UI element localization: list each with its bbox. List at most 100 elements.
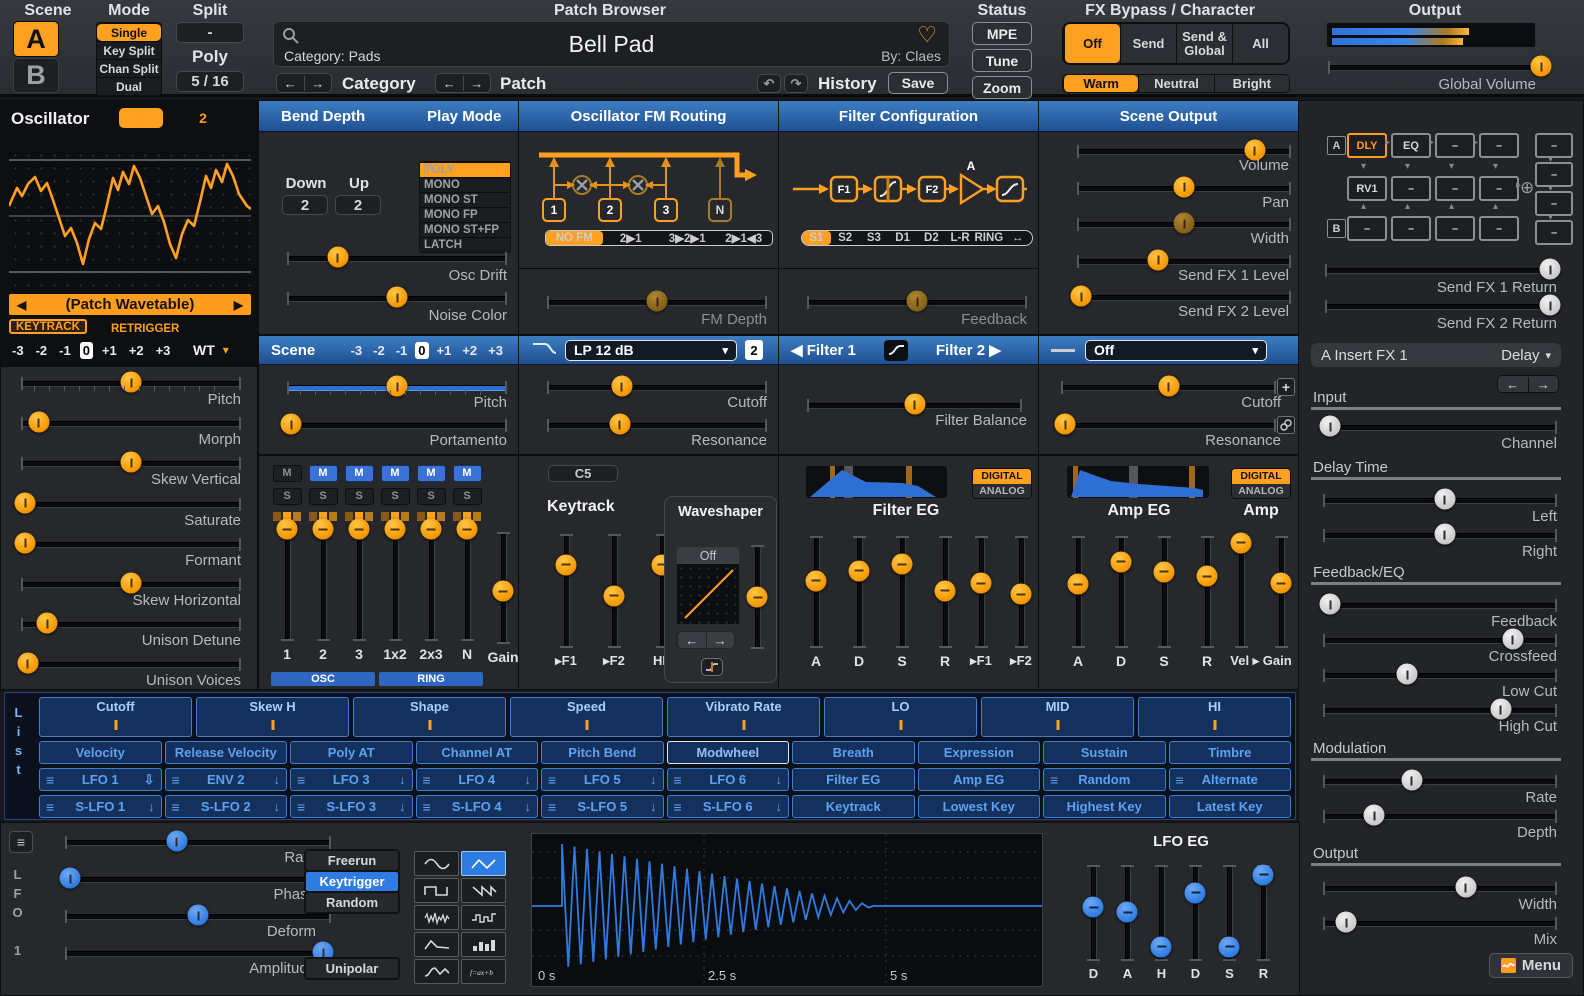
keytrack-toggle[interactable]: KEYTRACK (9, 319, 87, 334)
fx-slot[interactable]: RV1 (1347, 176, 1387, 201)
mod-target-cell[interactable]: LO (824, 697, 977, 737)
slot-menu-icon[interactable]: ≡ (297, 799, 305, 815)
osc-param-slider[interactable] (21, 412, 241, 432)
lfo-eg-slider[interactable] (1151, 865, 1172, 961)
slot-arrow-icon[interactable]: ↓ (776, 799, 783, 814)
lfo-shape-cell[interactable] (414, 851, 459, 876)
mod-target-cell[interactable]: HI (1138, 697, 1291, 737)
slot-menu-icon[interactable]: ≡ (423, 799, 431, 815)
slot-menu-icon[interactable]: ≡ (172, 799, 180, 815)
filter-balance-icon[interactable] (884, 340, 908, 361)
oscillator-tab[interactable]: 1 (119, 108, 163, 128)
waveshaper-type-dropdown[interactable]: Off (677, 547, 739, 564)
osc-octave-option[interactable]: +3 (153, 342, 174, 359)
osc-param-slider[interactable] (21, 533, 241, 553)
lfo-eg-slider[interactable] (1117, 865, 1138, 961)
mixer-gain-slider[interactable] (493, 532, 514, 644)
eg-slider[interactable] (1197, 536, 1218, 648)
fx-param-slider-highcut[interactable] (1323, 699, 1557, 719)
bend-up-value[interactable]: 2 (335, 195, 381, 215)
eg-send-slider[interactable] (1011, 536, 1032, 648)
filter2-nav-label[interactable]: Filter 2 ▶ (936, 341, 1001, 359)
redo-button[interactable]: ↷ (784, 74, 808, 93)
eg-slider[interactable] (1154, 536, 1175, 648)
lfo-trigger-freerun[interactable]: Freerun (304, 849, 400, 872)
mod-list-rail[interactable]: List (11, 705, 26, 809)
osc-octave-option[interactable]: -1 (56, 342, 74, 359)
slot-menu-icon[interactable]: ≡ (548, 799, 556, 815)
solo-button[interactable]: S (417, 488, 446, 505)
scene-octave-option[interactable]: +1 (434, 342, 455, 359)
mod-target-cell[interactable]: Vibrato Rate (667, 697, 820, 737)
mod-slot-cell[interactable]: ≡ Amp EG (918, 768, 1041, 791)
mute-button[interactable]: M (381, 465, 410, 482)
mod-slot-cell[interactable]: ≡ S-LFO 3 ↓ (290, 795, 413, 818)
scene-octave-option[interactable]: -2 (370, 342, 388, 359)
mod-slot-cell[interactable]: ≡ ENV 2 ↓ (165, 768, 288, 791)
solo-button[interactable]: S (381, 488, 410, 505)
patch-nav-buttons[interactable]: ← → (435, 73, 491, 93)
fx-param-slider-left[interactable] (1323, 489, 1557, 509)
fx-param-slider-crossfeed[interactable] (1323, 629, 1557, 649)
eg-slider[interactable] (806, 536, 827, 648)
mod-source-cell[interactable]: Expression (918, 741, 1041, 764)
filter2-type-dropdown[interactable]: Off▾ (1085, 340, 1267, 361)
wavetable-next-icon[interactable]: ▶ (226, 298, 251, 312)
fx-slot[interactable]: – (1535, 133, 1573, 158)
channel-level-slider[interactable] (421, 529, 442, 641)
keytrack-root-note[interactable]: C5 (548, 465, 618, 482)
keytrack-slider[interactable] (604, 534, 625, 648)
fx-param-slider-right[interactable] (1323, 524, 1557, 544)
mod-slot-cell[interactable]: ≡ Keytrack (792, 795, 915, 818)
fx-slot[interactable]: – (1479, 133, 1519, 158)
lfo-unipolar-toggle[interactable]: Unipolar (304, 957, 400, 980)
mod-slot-cell[interactable]: ≡ Alternate (1169, 768, 1292, 791)
scene-b-button[interactable]: B (13, 58, 59, 93)
fm-mode-option[interactable]: 2▶1◀3 (716, 231, 773, 245)
osc-param-slider[interactable] (21, 493, 241, 513)
filter2-resonance-slider[interactable] (1061, 414, 1276, 434)
slot-menu-icon[interactable]: ≡ (674, 799, 682, 815)
slot-menu-icon[interactable]: ≡ (172, 772, 180, 788)
fx-slot[interactable]: – (1479, 176, 1519, 201)
mute-button[interactable]: M (309, 465, 338, 482)
slot-menu-icon[interactable]: ≡ (1176, 772, 1184, 788)
channel-level-slider[interactable] (277, 529, 298, 641)
waveshaper-next-icon[interactable]: → (707, 633, 735, 648)
fx-slot[interactable]: – (1435, 216, 1475, 241)
fm-routing-diagram[interactable]: 1 2 3 N (531, 143, 767, 227)
solo-button[interactable]: S (345, 488, 374, 505)
menu-button[interactable]: Menu (1489, 953, 1573, 978)
lfo-waveform-display[interactable]: 0 s 2.5 s 5 s (531, 833, 1043, 987)
mod-slot-cell[interactable]: ≡ LFO 4 ↓ (416, 768, 539, 791)
mod-slot-cell[interactable]: ≡ Highest Key (1043, 795, 1166, 818)
play-mode-option[interactable]: MONO ST+FP (420, 222, 510, 237)
retrigger-toggle[interactable]: RETRIGGER (111, 320, 179, 337)
mod-slot-cell[interactable]: ≡ S-LFO 2 ↓ (165, 795, 288, 818)
slot-arrow-icon[interactable]: ↓ (399, 772, 406, 787)
mod-slot-cell[interactable]: ≡ LFO 3 ↓ (290, 768, 413, 791)
slot-arrow-icon[interactable]: ↓ (525, 772, 532, 787)
wavetable-selector[interactable]: ◀ (Patch Wavetable) ▶ (9, 294, 251, 315)
mod-target-cell[interactable]: Shape (353, 697, 506, 737)
oscillator-tab[interactable]: 2 (181, 108, 225, 128)
mod-slot-cell[interactable]: ≡ S-LFO 4 ↓ (416, 795, 539, 818)
mode-option[interactable]: Dual (97, 77, 161, 95)
mod-slot-cell[interactable]: ≡ Lowest Key (918, 795, 1041, 818)
wavetable-prev-icon[interactable]: ◀ (9, 298, 34, 312)
scene-a-button[interactable]: A (13, 21, 59, 57)
fm-mode-option[interactable]: 2▶1 (603, 231, 660, 245)
lfo-eg-slider[interactable] (1083, 865, 1104, 961)
channel-level-slider[interactable] (313, 529, 334, 641)
poly-value[interactable]: 5 / 16 (176, 71, 244, 92)
slot-menu-icon[interactable]: ≡ (46, 772, 54, 788)
mod-slot-cell[interactable]: ≡ Filter EG (792, 768, 915, 791)
amp-out-slider[interactable] (1231, 536, 1252, 648)
amp-out-slider[interactable] (1271, 536, 1292, 648)
noise-color-slider[interactable] (287, 287, 507, 307)
fx-bypass-option[interactable]: All (1232, 24, 1288, 63)
mute-button[interactable]: M (345, 465, 374, 482)
fx-next-icon[interactable]: → (1529, 377, 1559, 392)
play-mode-option[interactable]: MONO (420, 177, 510, 192)
patch-prev-icon[interactable]: ← (436, 76, 464, 91)
